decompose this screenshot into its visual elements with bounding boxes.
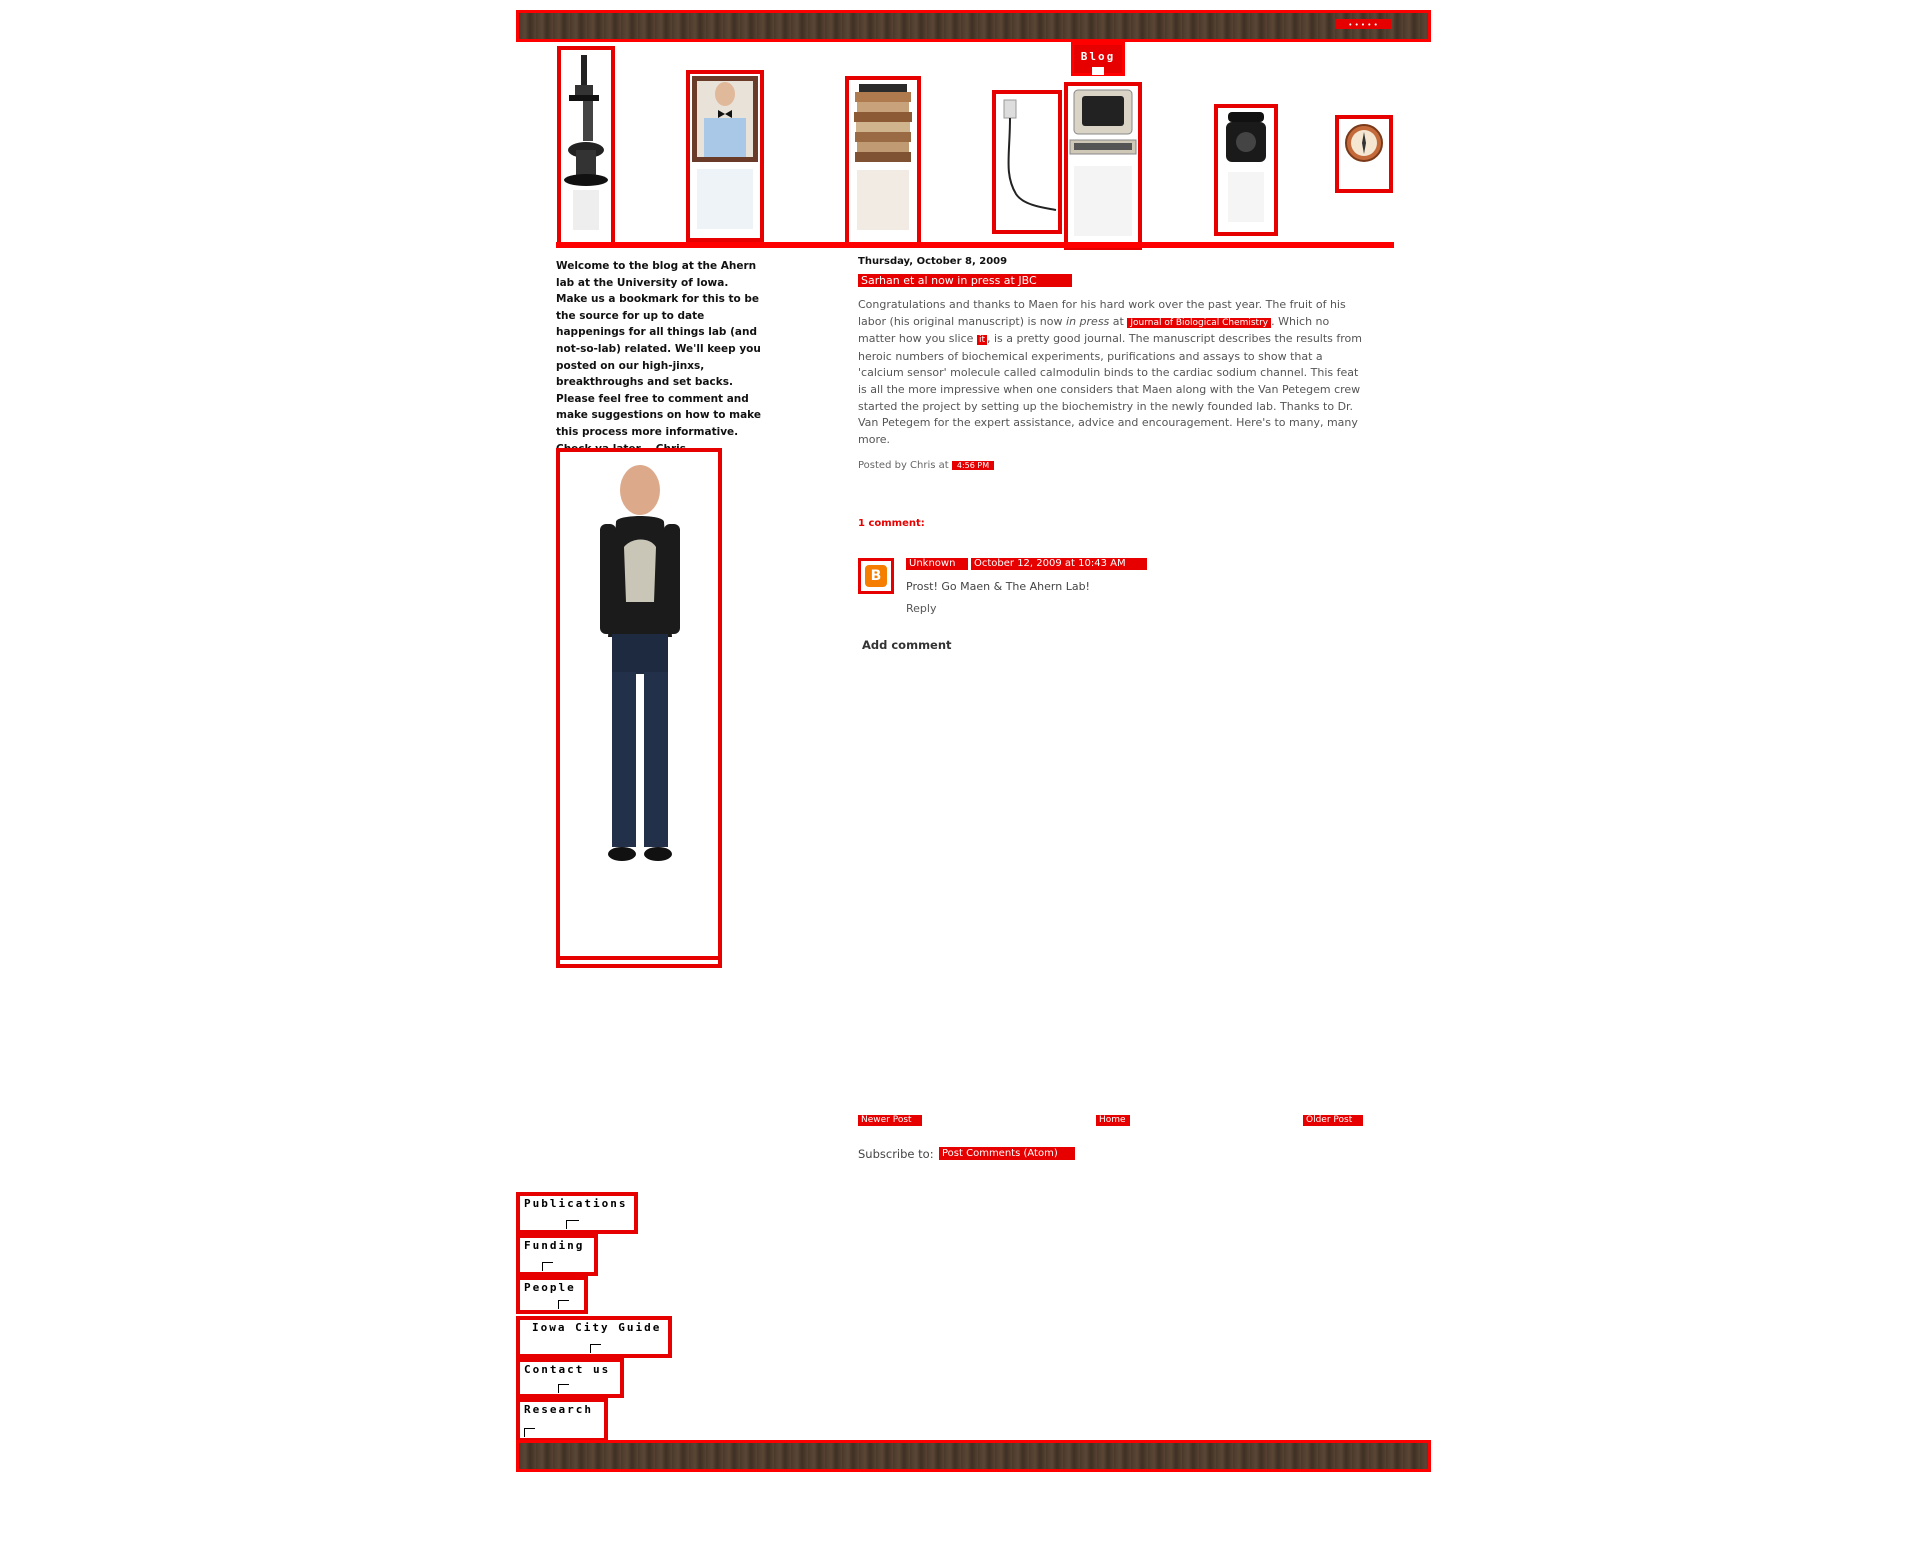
- nav-funding[interactable]: Funding: [516, 1234, 598, 1276]
- nav-iowa-city-guide-label: Iowa City Guide: [532, 1321, 662, 1334]
- post-body-text-2: at: [1109, 314, 1128, 328]
- posted-by-label: Posted by Chris at: [858, 460, 949, 471]
- newer-post-link[interactable]: Newer Post: [858, 1115, 922, 1126]
- nav-people-tail: [558, 1300, 569, 1309]
- header-wood-bar: [516, 10, 1431, 42]
- telephone-icon[interactable]: [1214, 104, 1278, 236]
- add-comment-link[interactable]: Add comment: [862, 638, 952, 652]
- comments-heading: 1 comment:: [858, 518, 925, 529]
- computer-icon[interactable]: [1064, 82, 1142, 250]
- blog-tooltip-label: Blog: [1080, 50, 1116, 63]
- nav-publications-tail: [566, 1220, 579, 1229]
- nav-iowa-city-guide[interactable]: Iowa City Guide: [516, 1316, 672, 1358]
- nav-iowa-city-guide-tail: [590, 1344, 601, 1353]
- comment-text: Prost! Go Maen & The Ahern Lab!: [906, 580, 1090, 593]
- nav-research[interactable]: Research: [516, 1398, 608, 1442]
- header-top-link[interactable]: • • • • •: [1335, 19, 1391, 29]
- nav-people-label: People: [524, 1281, 576, 1294]
- it-link[interactable]: it: [976, 335, 987, 346]
- older-post-link[interactable]: Older Post: [1303, 1115, 1363, 1126]
- comment-reply-link[interactable]: Reply: [906, 602, 936, 615]
- power-cord-icon[interactable]: [992, 90, 1062, 234]
- nav-contact-us-label: Contact us: [524, 1363, 611, 1376]
- nav-contact-us[interactable]: Contact us: [516, 1358, 624, 1398]
- microscope-icon[interactable]: [557, 46, 615, 246]
- post-title-link[interactable]: Sarhan et al now in press at JBC: [858, 274, 1072, 287]
- nav-research-tail: [524, 1428, 535, 1437]
- nav-publications[interactable]: Publications: [516, 1192, 638, 1234]
- nav-contact-us-tail: [558, 1384, 569, 1393]
- journal-link[interactable]: Journal of Biological Chemistry: [1127, 317, 1272, 328]
- compass-icon[interactable]: [1335, 115, 1393, 193]
- nav-publications-label: Publications: [524, 1197, 628, 1210]
- commenter-avatar: B: [858, 558, 894, 594]
- blogger-logo-icon: B: [865, 565, 887, 587]
- nav-funding-tail: [542, 1262, 553, 1271]
- nav-funding-label: Funding: [524, 1239, 585, 1252]
- subscribe-atom-link[interactable]: Post Comments (Atom): [939, 1147, 1075, 1160]
- post-body-italic: in press: [1066, 314, 1110, 328]
- nav-people[interactable]: People: [516, 1276, 588, 1314]
- home-link[interactable]: Home: [1096, 1115, 1130, 1126]
- sidebar-intro: Welcome to the blog at the Ahern lab at …: [556, 260, 761, 455]
- blog-tooltip[interactable]: Blog: [1071, 42, 1125, 76]
- person-bowtie-icon[interactable]: [686, 70, 764, 242]
- comment-author-link[interactable]: Unknown: [906, 558, 968, 570]
- post-date: Thursday, October 8, 2009: [858, 256, 1008, 267]
- paper-stack-icon[interactable]: [845, 76, 921, 246]
- comment-date-link[interactable]: October 12, 2009 at 10:43 AM: [971, 558, 1147, 570]
- nav-research-label: Research: [524, 1403, 593, 1416]
- chris-photo: [556, 448, 722, 968]
- chris-photo-base-line: [556, 956, 722, 960]
- post-footer: Posted by Chris at 4:56 PM: [858, 460, 995, 471]
- post-body: Congratulations and thanks to Maen for h…: [858, 297, 1368, 448]
- subscribe-label: Subscribe to:: [858, 1147, 934, 1161]
- blog-tooltip-pointer: [1092, 67, 1104, 75]
- icon-shelf-line: [556, 242, 1394, 248]
- post-time-link[interactable]: 4:56 PM: [951, 461, 995, 470]
- footer-wood-bar: [516, 1440, 1431, 1472]
- post-body-text-4: , is a pretty good journal. The manuscri…: [858, 332, 1362, 446]
